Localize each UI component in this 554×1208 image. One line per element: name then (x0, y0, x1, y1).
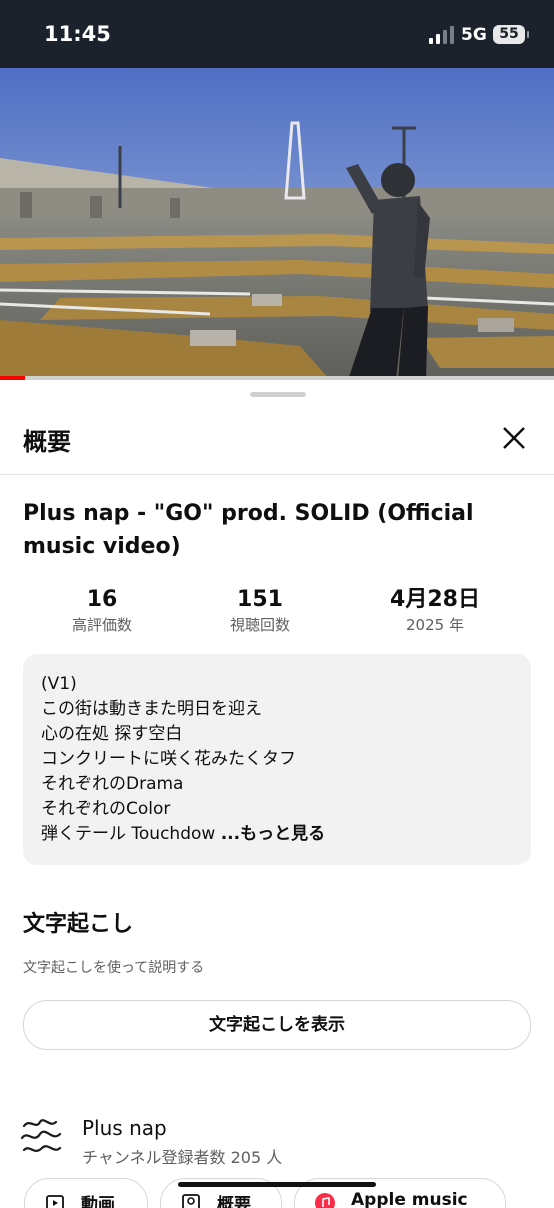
description-box[interactable]: (V1) この街は動きまた明日を迎え 心の在処 探す空白 コンクリートに咲く花み… (23, 654, 531, 865)
description-line: (V1) (41, 674, 77, 694)
stat-likes: 16 高評価数 (52, 586, 152, 636)
stat-views: 151 視聴回数 (210, 586, 310, 636)
description-sheet: 概要 Plus nap - "GO" prod. SOLID (Official… (0, 380, 554, 1208)
channel-subscribers: チャンネル登録者数 205 人 (82, 1148, 283, 1167)
music-icon (315, 1193, 335, 1208)
chip-label: 概要 (217, 1195, 251, 1208)
close-icon[interactable] (496, 420, 532, 456)
video-title: Plus nap - "GO" prod. SOLID (Official mu… (23, 501, 474, 559)
chip-videos[interactable]: 動画 (24, 1178, 148, 1208)
transcript-heading: 文字起こし (23, 912, 134, 937)
chip-label: Apple music (351, 1190, 468, 1208)
status-bar: 11:45 5G 55 (0, 0, 554, 68)
description-line-last: 弾くテール Touchdow ...もっと見る (41, 822, 325, 847)
video-icon (46, 1195, 64, 1208)
chip-label: 動画 (81, 1195, 115, 1208)
sheet-drag-handle[interactable] (250, 392, 306, 397)
stat-value: 151 (237, 587, 283, 612)
show-more-link[interactable]: ...もっと見る (221, 824, 325, 844)
home-indicator[interactable] (178, 1182, 376, 1187)
person-icon (182, 1194, 200, 1208)
network-type: 5G (461, 25, 487, 45)
battery-icon: 55 (493, 25, 529, 44)
channel-name[interactable]: Plus nap (82, 1116, 167, 1140)
description-line: この街は動きまた明日を迎え (41, 699, 262, 719)
description-line: 弾くテール Touchdow (41, 824, 216, 844)
show-transcript-button[interactable]: 文字起こしを表示 (23, 1000, 531, 1050)
sheet-title: 概要 (23, 428, 71, 456)
status-time: 11:45 (44, 22, 111, 46)
signal-icon (429, 26, 455, 44)
stat-label: 視聴回数 (229, 616, 290, 634)
stat-date: 4月28日 2025 年 (370, 586, 500, 636)
stat-value: 4月28日 (390, 587, 480, 612)
video-frame (0, 68, 554, 380)
transcript-subtitle: 文字起こしを使って説明する (23, 960, 205, 976)
description-line: それぞれのColor (41, 799, 171, 819)
description-line: それぞれのDrama (41, 774, 184, 794)
stat-value: 16 (86, 587, 118, 612)
description-line: 心の在処 探す空白 (41, 724, 183, 744)
channel-avatar[interactable] (20, 1116, 62, 1158)
video-player[interactable] (0, 68, 554, 380)
description-line: コンクリートに咲く花みたくタフ (41, 749, 296, 769)
stat-label: 2025 年 (406, 616, 464, 634)
stat-label: 高評価数 (71, 616, 132, 634)
divider (0, 474, 554, 475)
